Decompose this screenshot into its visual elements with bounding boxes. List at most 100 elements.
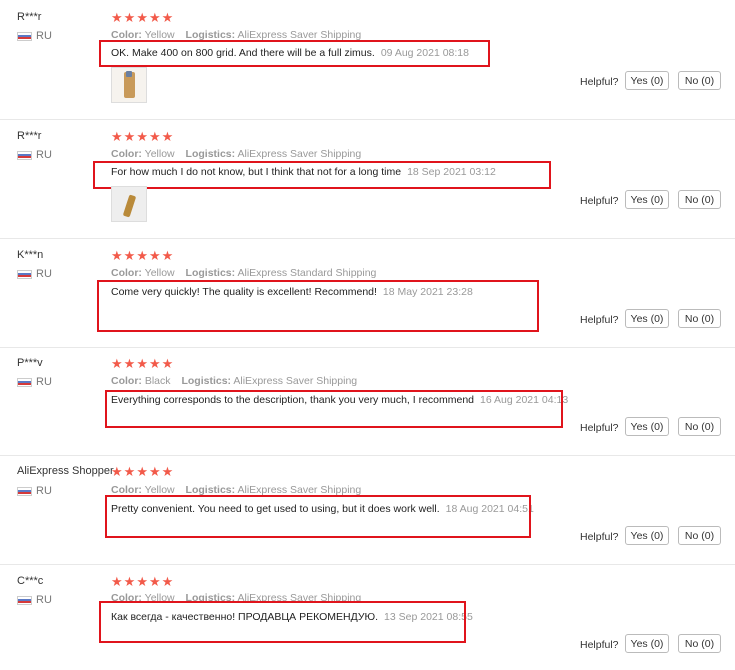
star-rating: ★ ★ ★ ★ ★ (111, 575, 173, 588)
star-icon: ★ (136, 464, 148, 479)
reviewer-country: RU (17, 30, 52, 42)
star-icon: ★ (161, 10, 174, 25)
highlight-box (97, 280, 539, 332)
review-photo[interactable] (111, 186, 147, 222)
review-item: AliExpress Shopper RU ★ ★ ★ ★ ★ Color: Yello… (0, 455, 735, 564)
star-icon: ★ (111, 356, 123, 371)
flag-ru-icon (17, 595, 32, 605)
helpful-no-button[interactable]: No (0) (678, 309, 721, 328)
country-code: RU (36, 485, 52, 497)
logistics-label: Logistics: (181, 375, 232, 387)
reviewer-name: K***n (17, 249, 44, 261)
helpful-yes-button[interactable]: Yes (0) (625, 526, 669, 545)
star-icon: ★ (148, 356, 161, 371)
helpful-label: Helpful? (580, 195, 619, 207)
star-icon: ★ (136, 574, 148, 589)
helpful-no-button[interactable]: No (0) (678, 417, 721, 436)
review-photo[interactable] (111, 67, 147, 103)
star-icon: ★ (136, 129, 148, 144)
review-item: P***v RU ★ ★ ★ ★ ★ Color: Black Logistics: A… (0, 347, 735, 455)
star-rating: ★ ★ ★ ★ ★ (111, 130, 173, 143)
highlight-box (99, 40, 490, 67)
color-value: Black (144, 375, 171, 387)
star-icon: ★ (148, 574, 161, 589)
reviewer-country: RU (17, 485, 52, 497)
flag-ru-icon (17, 31, 32, 41)
star-icon: ★ (136, 10, 148, 25)
flag-ru-icon (17, 269, 32, 279)
flag-ru-icon (17, 377, 32, 387)
review-item: R***r RU ★ ★ ★ ★ ★ Color: Yellow Logistics: … (0, 0, 735, 119)
star-icon: ★ (123, 10, 136, 25)
color-value: Yellow (144, 148, 175, 160)
reviewer-country: RU (17, 149, 52, 161)
reviewer-name: R***r (17, 130, 42, 142)
highlight-box (105, 390, 563, 428)
review-item: R***r RU ★ ★ ★ ★ ★ Color: Yellow Logistics: … (0, 119, 735, 238)
helpful-yes-button[interactable]: Yes (0) (625, 634, 669, 653)
star-icon: ★ (161, 129, 174, 144)
star-icon: ★ (148, 129, 161, 144)
helpful-no-button[interactable]: No (0) (678, 634, 721, 653)
reviewer-name: AliExpress Shopper (17, 465, 114, 477)
star-icon: ★ (123, 129, 136, 144)
reviewer-name: C***c (17, 575, 44, 587)
star-rating: ★ ★ ★ ★ ★ (111, 11, 173, 24)
star-icon: ★ (111, 574, 123, 589)
star-icon: ★ (136, 356, 148, 371)
star-icon: ★ (123, 248, 136, 263)
reviewer-country: RU (17, 594, 52, 606)
star-icon: ★ (161, 356, 174, 371)
country-code: RU (36, 30, 52, 42)
star-icon: ★ (111, 464, 123, 479)
country-code: RU (36, 376, 52, 388)
star-icon: ★ (161, 464, 174, 479)
helpful-yes-button[interactable]: Yes (0) (625, 190, 669, 209)
review-meta: Color: Yellow Logistics: AliExpress Stan… (111, 267, 376, 279)
highlight-box (99, 601, 466, 643)
star-icon: ★ (136, 248, 148, 263)
country-code: RU (36, 268, 52, 280)
color-value: Yellow (144, 267, 175, 279)
helpful-label: Helpful? (580, 314, 619, 326)
reviewer-country: RU (17, 376, 52, 388)
logistics-value: AliExpress Saver Shipping (237, 148, 362, 160)
star-icon: ★ (148, 248, 161, 263)
helpful-no-button[interactable]: No (0) (678, 71, 721, 90)
helpful-label: Helpful? (580, 639, 619, 651)
logistics-value: AliExpress Saver Shipping (233, 375, 358, 387)
logistics-label: Logistics: (185, 148, 236, 160)
star-icon: ★ (123, 356, 136, 371)
review-meta: Color: Yellow Logistics: AliExpress Save… (111, 148, 361, 160)
color-label: Color: (111, 267, 142, 279)
star-icon: ★ (161, 574, 174, 589)
color-label: Color: (111, 375, 142, 387)
helpful-yes-button[interactable]: Yes (0) (625, 417, 669, 436)
highlight-box (105, 495, 531, 538)
star-icon: ★ (148, 464, 161, 479)
star-icon: ★ (123, 464, 136, 479)
logistics-value: AliExpress Standard Shipping (237, 267, 377, 279)
logistics-label: Logistics: (185, 267, 236, 279)
reviewer-name: P***v (17, 357, 43, 369)
country-code: RU (36, 594, 52, 606)
color-label: Color: (111, 148, 142, 160)
star-icon: ★ (123, 574, 136, 589)
country-code: RU (36, 149, 52, 161)
review-item: C***c RU ★ ★ ★ ★ ★ Color: Yellow Logistics: … (0, 564, 735, 670)
review-item: K***n RU ★ ★ ★ ★ ★ Color: Yellow Logistics: … (0, 238, 735, 347)
flag-ru-icon (17, 486, 32, 496)
star-icon: ★ (161, 248, 174, 263)
helpful-yes-button[interactable]: Yes (0) (625, 309, 669, 328)
star-icon: ★ (111, 129, 123, 144)
star-rating: ★ ★ ★ ★ ★ (111, 465, 173, 478)
helpful-no-button[interactable]: No (0) (678, 526, 721, 545)
reviewer-name: R***r (17, 11, 42, 23)
star-icon: ★ (111, 248, 123, 263)
helpful-label: Helpful? (580, 531, 619, 543)
flag-ru-icon (17, 150, 32, 160)
helpful-no-button[interactable]: No (0) (678, 190, 721, 209)
star-rating: ★ ★ ★ ★ ★ (111, 249, 173, 262)
star-rating: ★ ★ ★ ★ ★ (111, 357, 173, 370)
helpful-yes-button[interactable]: Yes (0) (625, 71, 669, 90)
